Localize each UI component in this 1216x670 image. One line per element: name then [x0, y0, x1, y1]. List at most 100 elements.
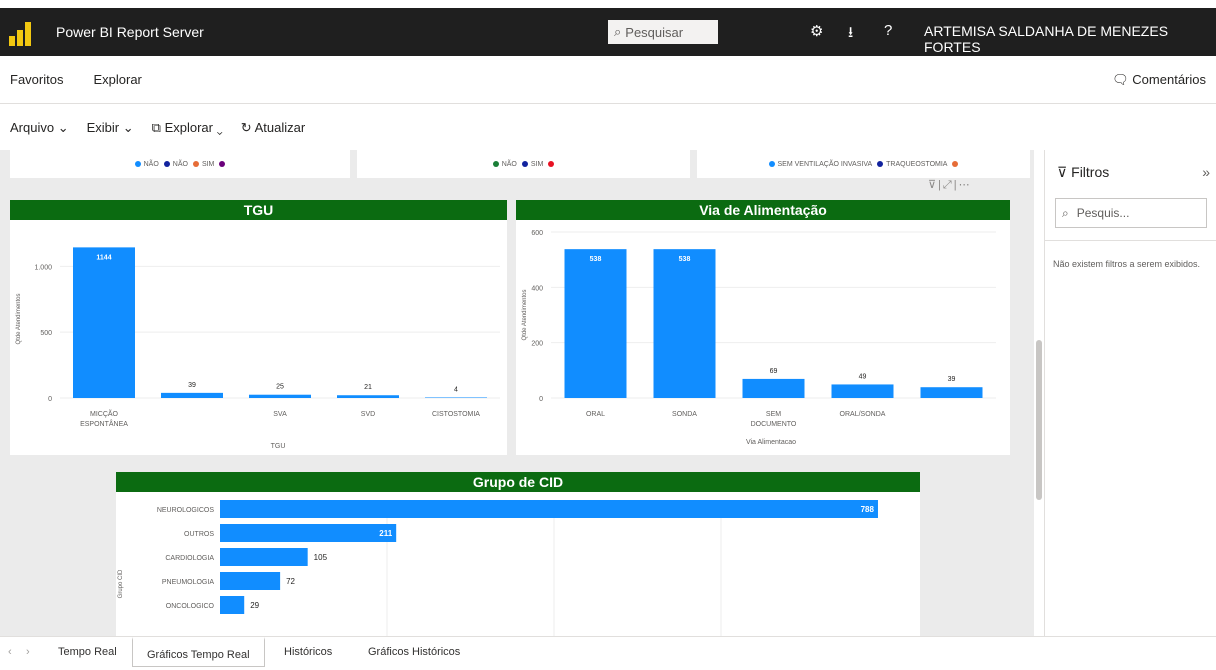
x-tick-label: CISTOSTOMIA [432, 411, 480, 418]
data-label: 788 [861, 505, 875, 514]
help-button[interactable]: ? [884, 22, 892, 39]
refresh-button[interactable]: ↻ Atualizar [241, 120, 305, 136]
data-label: 1144 [96, 254, 111, 261]
filters-search-input[interactable]: ⌕ Pesquis... [1055, 198, 1207, 228]
x-tick-label: ESPONTÂNEA [80, 419, 128, 428]
x-tick-label: DOCUMENTO [751, 421, 797, 428]
legend-label[interactable]: SEM VENTILAÇÃO INVASIVA [778, 161, 873, 168]
data-label: 29 [250, 601, 259, 610]
explore-menu[interactable]: ⧉ Explorar ⌄ [152, 120, 223, 136]
legend-label[interactable]: NÃO [502, 161, 517, 168]
top-bar: Power BI Report Server ⌕ Pesquisar ⚙ ⭳ ?… [0, 8, 1216, 56]
legend-dot [768, 161, 775, 167]
y-axis-label: Qtde Atendimentos [16, 293, 22, 344]
search-placeholder: Pesquisar [625, 24, 684, 40]
bar [220, 500, 878, 518]
via-alimentacao-chart[interactable]: Via de Alimentação 600 400 200 0 Qtde Atendi… [516, 200, 1010, 455]
gear-icon[interactable]: ⚙ [810, 22, 823, 40]
chevron-down-icon: ⌄ [57, 120, 69, 135]
x-tick-label: SONDA [672, 411, 697, 418]
bar [249, 394, 311, 398]
tab-tempo-real[interactable]: Tempo Real [44, 637, 131, 667]
legend-label[interactable]: NÃO [144, 161, 159, 168]
tab-historicos[interactable]: Históricos [270, 637, 346, 667]
report-canvas: NÃO NÃO SIM NÃO SIM SEM VENTILAÇÃO INVASIVA… [0, 150, 1034, 636]
filters-pane: ⊽ Filtros » ⌕ Pesquis... Não existem fil… [1044, 150, 1216, 636]
y-axis-label: Qtde Atendimentos [522, 289, 528, 340]
legend-dot [952, 161, 959, 167]
canvas-scrollbar[interactable] [1036, 340, 1042, 500]
chart-title: Grupo de CID [116, 472, 920, 492]
x-tick-label: ORAL/SONDA [840, 411, 886, 418]
bar [161, 392, 223, 398]
x-tick-label: SVA [273, 411, 287, 418]
bar [220, 548, 308, 566]
grupo-cid-chart-svg: Grupo CID NEUROLOGICOS 788 OUTROS 211 CARDIOL… [118, 500, 878, 636]
collapse-filters-icon[interactable]: » [1202, 164, 1210, 180]
legend-label[interactable]: NÃO [173, 161, 188, 168]
tab-graficos-historicos[interactable]: Gráficos Históricos [354, 637, 474, 667]
next-page-icon[interactable]: › [18, 637, 38, 667]
view-menu[interactable]: Exibir ⌄ [87, 120, 134, 136]
file-menu[interactable]: Arquivo ⌄ [10, 120, 69, 136]
prev-page-icon[interactable]: ‹ [0, 637, 20, 667]
legend-dot [877, 161, 884, 167]
grupo-cid-chart[interactable]: Grupo de CID Grupo CID NEUROLOGICOS 788 OUT… [116, 472, 920, 636]
bar [653, 249, 716, 398]
download-icon[interactable]: ⭳ [848, 22, 853, 47]
x-tick-label: SEM [766, 411, 781, 418]
x-axis-label: Via Alimentacao [746, 439, 796, 446]
user-name[interactable]: ARTEMISA SALDANHA DE MENEZES FORTES [924, 23, 1216, 55]
data-label: 105 [314, 553, 328, 562]
y-tick-label: 500 [40, 330, 52, 337]
y-tick-label: PNEUMOLOGIA [162, 579, 214, 586]
refresh-label: Atualizar [254, 120, 306, 135]
y-tick-label: 1.000 [34, 264, 52, 271]
legend-label[interactable]: TRAQUEOSTOMIA [886, 161, 947, 168]
search-icon: ⌕ [614, 24, 622, 39]
filters-title-label: Filtros [1071, 164, 1110, 180]
legend-2: NÃO SIM [357, 150, 690, 178]
legend-dot [492, 161, 499, 167]
data-label: 72 [286, 577, 295, 586]
tgu-chart[interactable]: TGU 1.000 500 0 Qtde Atendimentos 1144 MICÇÃO… [10, 200, 507, 455]
data-label: 39 [188, 382, 196, 389]
x-tick-label: SVD [361, 411, 375, 418]
bar [425, 397, 487, 398]
search-box[interactable]: ⌕ Pesquisar [608, 20, 718, 44]
explore-link[interactable]: Explorar [93, 72, 141, 87]
filter-icon: ⊽ [1057, 164, 1068, 180]
legend-dot [521, 161, 528, 167]
y-tick-label: OUTROS [184, 531, 214, 538]
y-tick-label: 600 [531, 230, 543, 237]
search-icon: ⌕ [1062, 205, 1069, 220]
visual-header-icons[interactable]: ⊽|⤢|⋯ [928, 178, 972, 192]
x-axis-label: TGU [271, 443, 286, 450]
favorites-link[interactable]: Favoritos [10, 72, 63, 87]
filters-empty-message: Não existem filtros a serem exibidos. [1053, 259, 1201, 269]
bar [742, 378, 805, 398]
y-tick-label: CARDIOLOGIA [165, 555, 214, 562]
y-tick-label: ONCOLOGICO [166, 603, 215, 610]
bar [337, 395, 399, 398]
view-label: Exibir [86, 120, 120, 135]
y-axis-label: Grupo CID [118, 569, 124, 598]
tab-graficos-tempo-real[interactable]: Gráficos Tempo Real [132, 637, 265, 667]
filters-title: ⊽ Filtros [1057, 164, 1109, 181]
comments-button[interactable]: 🗨 Comentários [1112, 72, 1206, 88]
data-label: 4 [454, 386, 458, 393]
legend-dot [163, 161, 170, 167]
legend-dot [192, 161, 199, 167]
page-tabs-bar: ‹ › Tempo Real Gráficos Tempo Real Histó… [0, 636, 1216, 667]
data-label: 69 [770, 368, 778, 375]
legend-1: NÃO NÃO SIM [10, 150, 350, 178]
data-label: 21 [364, 384, 372, 391]
legend-label[interactable]: SIM [531, 161, 543, 168]
app-title[interactable]: Power BI Report Server [56, 24, 204, 40]
powerbi-logo[interactable] [0, 8, 40, 56]
comment-icon: 🗨 [1112, 72, 1129, 87]
y-tick-label: 0 [539, 396, 543, 403]
legend-label[interactable]: SIM [202, 161, 214, 168]
menu-bar: Favoritos Explorar 🗨 Comentários [0, 56, 1216, 104]
y-tick-label: 200 [531, 341, 543, 348]
